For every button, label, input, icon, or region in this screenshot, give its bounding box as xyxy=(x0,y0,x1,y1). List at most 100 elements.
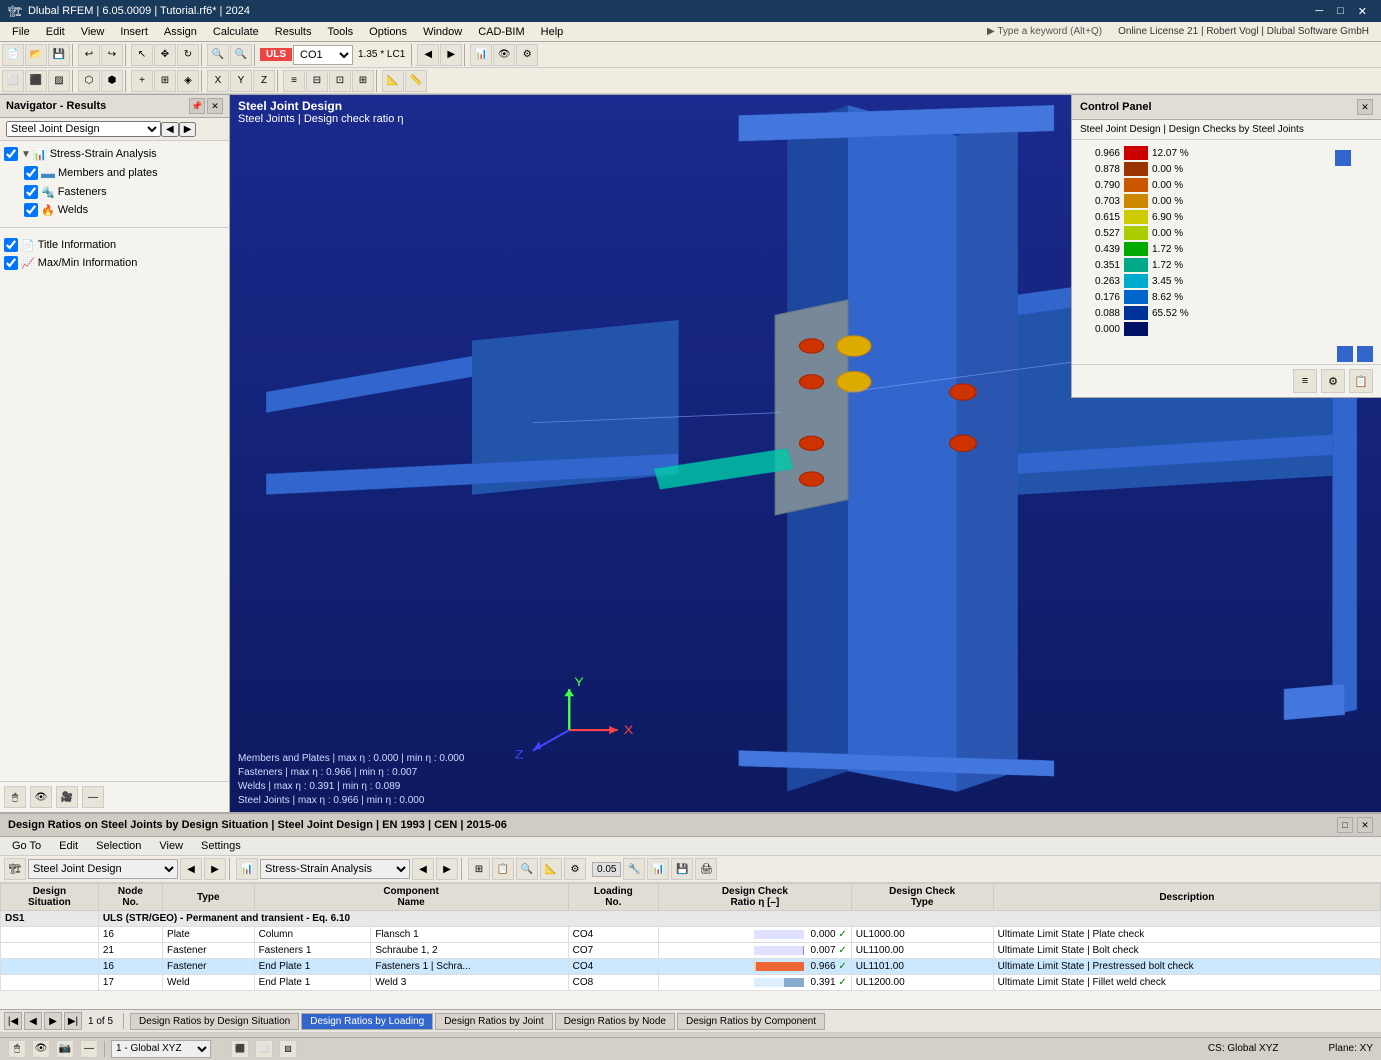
display-button[interactable]: 👁 xyxy=(493,44,515,66)
nav-tb-btn-3[interactable]: 🎥 xyxy=(56,786,78,808)
nav-pin-button[interactable]: 📌 xyxy=(189,98,205,114)
cp-bottom-indicator-1[interactable] xyxy=(1337,346,1353,362)
settings-button[interactable]: ⚙ xyxy=(516,44,538,66)
open-button[interactable]: 📂 xyxy=(25,44,47,66)
cp-tb-btn-3[interactable]: 📋 xyxy=(1349,369,1373,393)
menu-help[interactable]: Help xyxy=(533,24,572,40)
bp-tb-extra-1[interactable]: ⊞ xyxy=(468,858,490,880)
close-button[interactable]: ✕ xyxy=(1352,5,1373,18)
new-button[interactable]: 📄 xyxy=(2,44,24,66)
bp-menu-selection[interactable]: Selection xyxy=(88,839,149,853)
stress-strain-expand[interactable]: ▼ xyxy=(21,149,33,160)
status-btn-4[interactable]: — xyxy=(80,1040,98,1058)
cp-close-button[interactable]: ✕ xyxy=(1357,99,1373,115)
tab-loading[interactable]: Design Ratios by Loading xyxy=(301,1013,433,1030)
disp-btn-4[interactable]: ⊞ xyxy=(352,70,374,92)
nav-design-dropdown[interactable]: Steel Joint Design xyxy=(6,121,161,137)
bp-tb-extra-3[interactable]: 🔍 xyxy=(516,858,538,880)
menu-cad-bim[interactable]: CAD-BIM xyxy=(470,24,532,40)
snap-btn-2[interactable]: ⊞ xyxy=(154,70,176,92)
extra-btn-1[interactable]: 📐 xyxy=(382,70,404,92)
bp-tb-dropdown-next[interactable]: ▶ xyxy=(204,858,226,880)
axis-btn-3[interactable]: Z xyxy=(253,70,275,92)
members-plates-checkbox[interactable] xyxy=(24,166,38,180)
bp-menu-edit[interactable]: Edit xyxy=(51,839,86,853)
menu-window[interactable]: Window xyxy=(415,24,470,40)
redo-button[interactable]: ↪ xyxy=(101,44,123,66)
disp-btn-3[interactable]: ⊡ xyxy=(329,70,351,92)
page-prev-button[interactable]: ◀ xyxy=(24,1012,42,1030)
render-btn-1[interactable]: ⬡ xyxy=(78,70,100,92)
zoom-out-button[interactable]: 🔍 xyxy=(230,44,252,66)
bp-tb-extra-5[interactable]: ⚙ xyxy=(564,858,586,880)
select-button[interactable]: ↖ xyxy=(131,44,153,66)
status-icon-2[interactable]: ⬜ xyxy=(255,1040,273,1058)
nav-tb-btn-4[interactable]: — xyxy=(82,786,104,808)
view-btn-2[interactable]: ⬛ xyxy=(25,70,47,92)
bp-menu-goto[interactable]: Go To xyxy=(4,839,49,853)
snap-btn-1[interactable]: + xyxy=(131,70,153,92)
menu-edit[interactable]: Edit xyxy=(38,24,73,40)
cp-bottom-indicator-2[interactable] xyxy=(1357,346,1373,362)
status-btn-3[interactable]: 📷 xyxy=(56,1040,74,1058)
axis-btn-1[interactable]: X xyxy=(207,70,229,92)
bp-tb-analysis-icon[interactable]: 📊 xyxy=(236,858,258,880)
status-btn-2[interactable]: 👁 xyxy=(32,1040,50,1058)
nav-tb-btn-2[interactable]: 👁 xyxy=(30,786,52,808)
bp-pin-button[interactable]: □ xyxy=(1337,817,1353,833)
tree-item-members-plates[interactable]: ▬ Members and plates xyxy=(0,163,229,183)
view-btn-1[interactable]: ⬜ xyxy=(2,70,24,92)
nav-tb-btn-1[interactable]: 🖱 xyxy=(4,786,26,808)
co-combo[interactable]: CO1 xyxy=(293,45,353,65)
menu-file[interactable]: File xyxy=(4,24,38,40)
nav-close-button[interactable]: ✕ xyxy=(207,98,223,114)
page-first-button[interactable]: |◀ xyxy=(4,1012,22,1030)
viewport-area[interactable]: Steel Joint Design Steel Joints | Design… xyxy=(230,95,1381,812)
coord-system-combo[interactable]: 1 - Global XYZ xyxy=(111,1040,211,1058)
tab-joint[interactable]: Design Ratios by Joint xyxy=(435,1013,553,1030)
welds-checkbox[interactable] xyxy=(24,203,38,217)
cp-tb-btn-2[interactable]: ⚙ xyxy=(1321,369,1345,393)
snap-btn-3[interactable]: ◈ xyxy=(177,70,199,92)
bp-tb-extra-2[interactable]: 📋 xyxy=(492,858,514,880)
bp-tb-steel-joint-icon[interactable]: 🏗 xyxy=(4,858,26,880)
stress-strain-checkbox[interactable] xyxy=(4,147,18,161)
disp-btn-1[interactable]: ≡ xyxy=(283,70,305,92)
bp-tb-dropdown-prev[interactable]: ◀ xyxy=(180,858,202,880)
bp-close-button[interactable]: ✕ xyxy=(1357,817,1373,833)
status-btn-1[interactable]: 🖱 xyxy=(8,1040,26,1058)
zoom-in-button[interactable]: 🔍 xyxy=(207,44,229,66)
save-button[interactable]: 💾 xyxy=(48,44,70,66)
tree-item-title-info[interactable]: 📄 Title Information xyxy=(0,236,229,254)
page-last-button[interactable]: ▶| xyxy=(64,1012,82,1030)
tree-item-stress-strain[interactable]: ▼ 📊 Stress-Strain Analysis xyxy=(0,145,229,163)
undo-button[interactable]: ↩ xyxy=(78,44,100,66)
nav-prev-button[interactable]: ◀ xyxy=(161,122,179,137)
bp-tb-design-combo[interactable]: Steel Joint Design xyxy=(28,859,178,879)
prev-lc-button[interactable]: ◀ xyxy=(417,44,439,66)
tree-item-fasteners[interactable]: 🔩 Fasteners xyxy=(0,183,229,201)
rotate-button[interactable]: ↻ xyxy=(177,44,199,66)
tree-item-welds[interactable]: 🔥 Welds xyxy=(0,201,229,219)
disp-btn-2[interactable]: ⊟ xyxy=(306,70,328,92)
bp-tb-analysis-combo[interactable]: Stress-Strain Analysis xyxy=(260,859,410,879)
bp-tb-extra-6[interactable]: 🔧 xyxy=(623,858,645,880)
menu-view[interactable]: View xyxy=(73,24,113,40)
table-row-weld[interactable]: 17 Weld End Plate 1 Weld 3 CO8 0.391 ✓ U… xyxy=(1,975,1381,991)
minimize-button[interactable]: ─ xyxy=(1309,5,1329,18)
menu-assign[interactable]: Assign xyxy=(156,24,205,40)
tab-node[interactable]: Design Ratios by Node xyxy=(555,1013,675,1030)
bp-menu-view[interactable]: View xyxy=(151,839,191,853)
menu-insert[interactable]: Insert xyxy=(112,24,156,40)
next-lc-button[interactable]: ▶ xyxy=(440,44,462,66)
move-button[interactable]: ✥ xyxy=(154,44,176,66)
page-next-button[interactable]: ▶ xyxy=(44,1012,62,1030)
table-row-plate[interactable]: 16 Plate Column Flansch 1 CO4 0.000 ✓ UL… xyxy=(1,927,1381,943)
axis-btn-2[interactable]: Y xyxy=(230,70,252,92)
view-btn-3[interactable]: ▨ xyxy=(48,70,70,92)
bp-tb-extra-4[interactable]: 📐 xyxy=(540,858,562,880)
cp-tb-btn-1[interactable]: ≡ xyxy=(1293,369,1317,393)
results-button[interactable]: 📊 xyxy=(470,44,492,66)
menu-tools[interactable]: Tools xyxy=(319,24,361,40)
tab-component[interactable]: Design Ratios by Component xyxy=(677,1013,825,1030)
